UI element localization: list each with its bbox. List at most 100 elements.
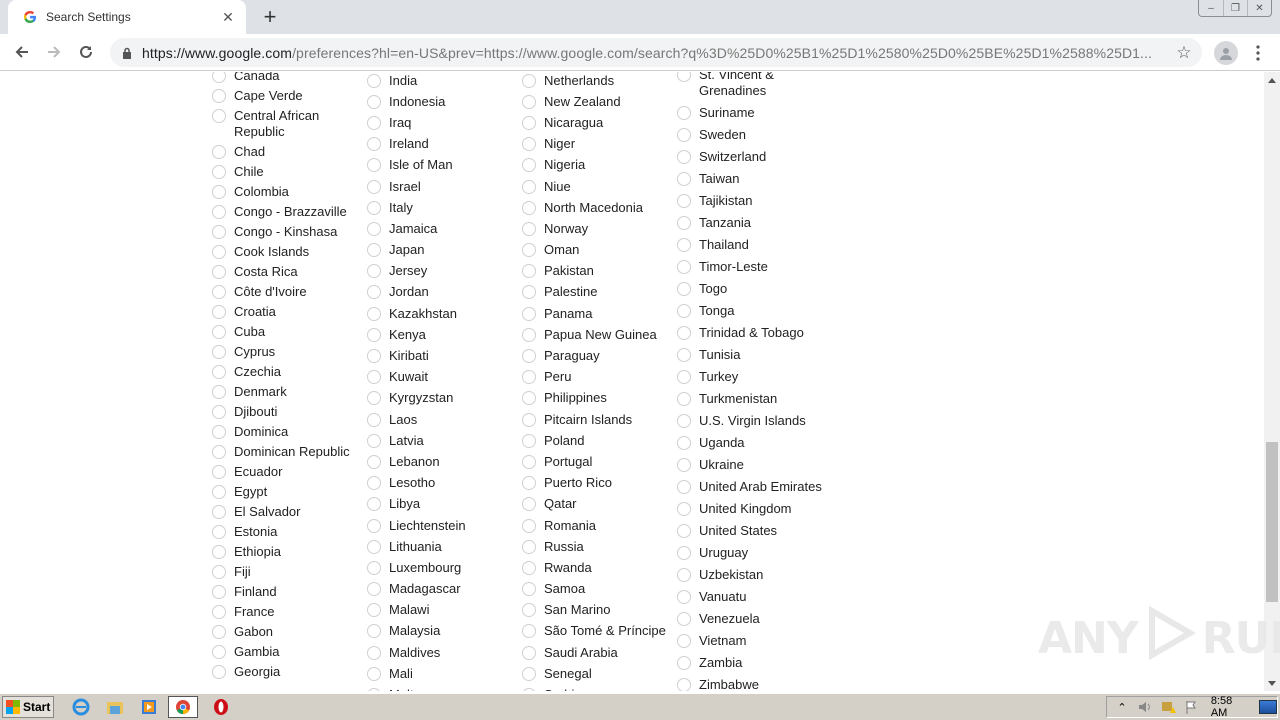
region-option[interactable]: Netherlands xyxy=(522,72,666,91)
radio-button[interactable] xyxy=(367,497,381,512)
radio-button[interactable] xyxy=(677,678,691,691)
radio-button[interactable] xyxy=(677,282,691,296)
radio-button[interactable] xyxy=(367,306,381,321)
region-option[interactable]: Venezuela xyxy=(677,608,839,630)
radio-button[interactable] xyxy=(212,505,226,519)
radio-button[interactable] xyxy=(522,666,536,681)
radio-button[interactable] xyxy=(677,260,691,274)
region-option[interactable]: New Zealand xyxy=(522,91,666,112)
region-option[interactable]: Panama xyxy=(522,303,666,324)
radio-button[interactable] xyxy=(367,221,381,236)
region-option[interactable]: Puerto Rico xyxy=(522,473,666,494)
show-hidden-icons-icon[interactable]: ⌃ xyxy=(1113,699,1131,715)
radio-button[interactable] xyxy=(677,348,691,362)
address-bar[interactable]: https://www.google.com/preferences?hl=en… xyxy=(110,38,1202,67)
region-option[interactable]: Ireland xyxy=(367,134,466,155)
region-option[interactable]: Kazakhstan xyxy=(367,303,466,324)
radio-button[interactable] xyxy=(522,158,536,173)
region-option[interactable]: United Kingdom xyxy=(677,498,839,520)
region-option[interactable]: Madagascar xyxy=(367,579,466,600)
radio-button[interactable] xyxy=(522,243,536,258)
region-option[interactable]: Jamaica xyxy=(367,218,466,239)
radio-button[interactable] xyxy=(677,458,691,472)
radio-button[interactable] xyxy=(367,349,381,364)
radio-button[interactable] xyxy=(677,106,691,120)
back-button[interactable] xyxy=(8,38,36,66)
radio-button[interactable] xyxy=(212,265,226,279)
region-option[interactable]: Dominican Republic xyxy=(212,442,359,462)
region-option[interactable]: Lesotho xyxy=(367,473,466,494)
region-option[interactable]: Malta xyxy=(367,684,466,691)
radio-button[interactable] xyxy=(367,285,381,300)
region-option[interactable]: Japan xyxy=(367,240,466,261)
region-option[interactable]: Tanzania xyxy=(677,212,839,234)
region-option[interactable]: Nicaragua xyxy=(522,112,666,133)
radio-button[interactable] xyxy=(212,665,226,679)
radio-button[interactable] xyxy=(367,582,381,597)
region-option[interactable]: Cuba xyxy=(212,322,359,342)
region-option[interactable]: Cape Verde xyxy=(212,86,359,106)
radio-button[interactable] xyxy=(522,115,536,130)
region-option[interactable]: Latvia xyxy=(367,430,466,451)
radio-button[interactable] xyxy=(522,645,536,660)
file-explorer-icon[interactable] xyxy=(104,696,126,718)
region-option[interactable]: Taiwan xyxy=(677,168,839,190)
radio-button[interactable] xyxy=(212,245,226,259)
opera-icon[interactable] xyxy=(210,696,232,718)
region-option[interactable]: Luxembourg xyxy=(367,557,466,578)
radio-button[interactable] xyxy=(367,115,381,130)
region-option[interactable]: Ukraine xyxy=(677,454,839,476)
radio-button[interactable] xyxy=(522,624,536,639)
region-option[interactable]: U.S. Virgin Islands xyxy=(677,410,839,432)
radio-button[interactable] xyxy=(212,325,226,339)
radio-button[interactable] xyxy=(212,525,226,539)
radio-button[interactable] xyxy=(677,392,691,406)
region-option[interactable]: Oman xyxy=(522,240,666,261)
region-option[interactable]: Libya xyxy=(367,494,466,515)
region-option[interactable]: Tunisia xyxy=(677,344,839,366)
region-option[interactable]: Malaysia xyxy=(367,621,466,642)
radio-button[interactable] xyxy=(367,264,381,279)
region-option[interactable]: Maldives xyxy=(367,642,466,663)
radio-button[interactable] xyxy=(522,412,536,427)
region-option[interactable]: Trinidad & Tobago xyxy=(677,322,839,344)
radio-button[interactable] xyxy=(522,497,536,512)
radio-button[interactable] xyxy=(367,560,381,575)
radio-button[interactable] xyxy=(367,327,381,342)
radio-button[interactable] xyxy=(367,476,381,491)
radio-button[interactable] xyxy=(212,645,226,659)
radio-button[interactable] xyxy=(212,165,226,179)
radio-button[interactable] xyxy=(522,454,536,469)
region-option[interactable]: Congo - Kinshasa xyxy=(212,222,359,242)
region-option[interactable]: Isle of Man xyxy=(367,155,466,176)
radio-button[interactable] xyxy=(212,445,226,459)
region-option[interactable]: Qatar xyxy=(522,494,666,515)
region-option[interactable]: Togo xyxy=(677,278,839,300)
radio-button[interactable] xyxy=(677,172,691,186)
reload-button[interactable] xyxy=(72,38,100,66)
radio-button[interactable] xyxy=(677,436,691,450)
region-option[interactable]: Niger xyxy=(522,134,666,155)
region-option[interactable]: Lebanon xyxy=(367,451,466,472)
kebab-menu-icon[interactable] xyxy=(1248,39,1268,67)
radio-button[interactable] xyxy=(212,285,226,299)
region-option[interactable]: Gabon xyxy=(212,622,359,642)
region-option[interactable]: France xyxy=(212,602,359,622)
region-option[interactable]: Finland xyxy=(212,582,359,602)
region-option[interactable]: Philippines xyxy=(522,388,666,409)
radio-button[interactable] xyxy=(677,546,691,560)
radio-button[interactable] xyxy=(367,200,381,215)
region-option[interactable]: Djibouti xyxy=(212,402,359,422)
tab-close-icon[interactable]: ✕ xyxy=(220,9,236,25)
vertical-scrollbar[interactable] xyxy=(1264,72,1280,691)
region-option[interactable]: Indonesia xyxy=(367,91,466,112)
region-option[interactable]: Jordan xyxy=(367,282,466,303)
radio-button[interactable] xyxy=(677,128,691,142)
region-option[interactable]: El Salvador xyxy=(212,502,359,522)
region-option[interactable]: Chile xyxy=(212,162,359,182)
radio-button[interactable] xyxy=(522,264,536,279)
region-option[interactable]: Uzbekistan xyxy=(677,564,839,586)
region-option[interactable]: St. Vincent & Grenadines xyxy=(677,72,839,102)
region-option[interactable]: Uganda xyxy=(677,432,839,454)
radio-button[interactable] xyxy=(367,243,381,258)
